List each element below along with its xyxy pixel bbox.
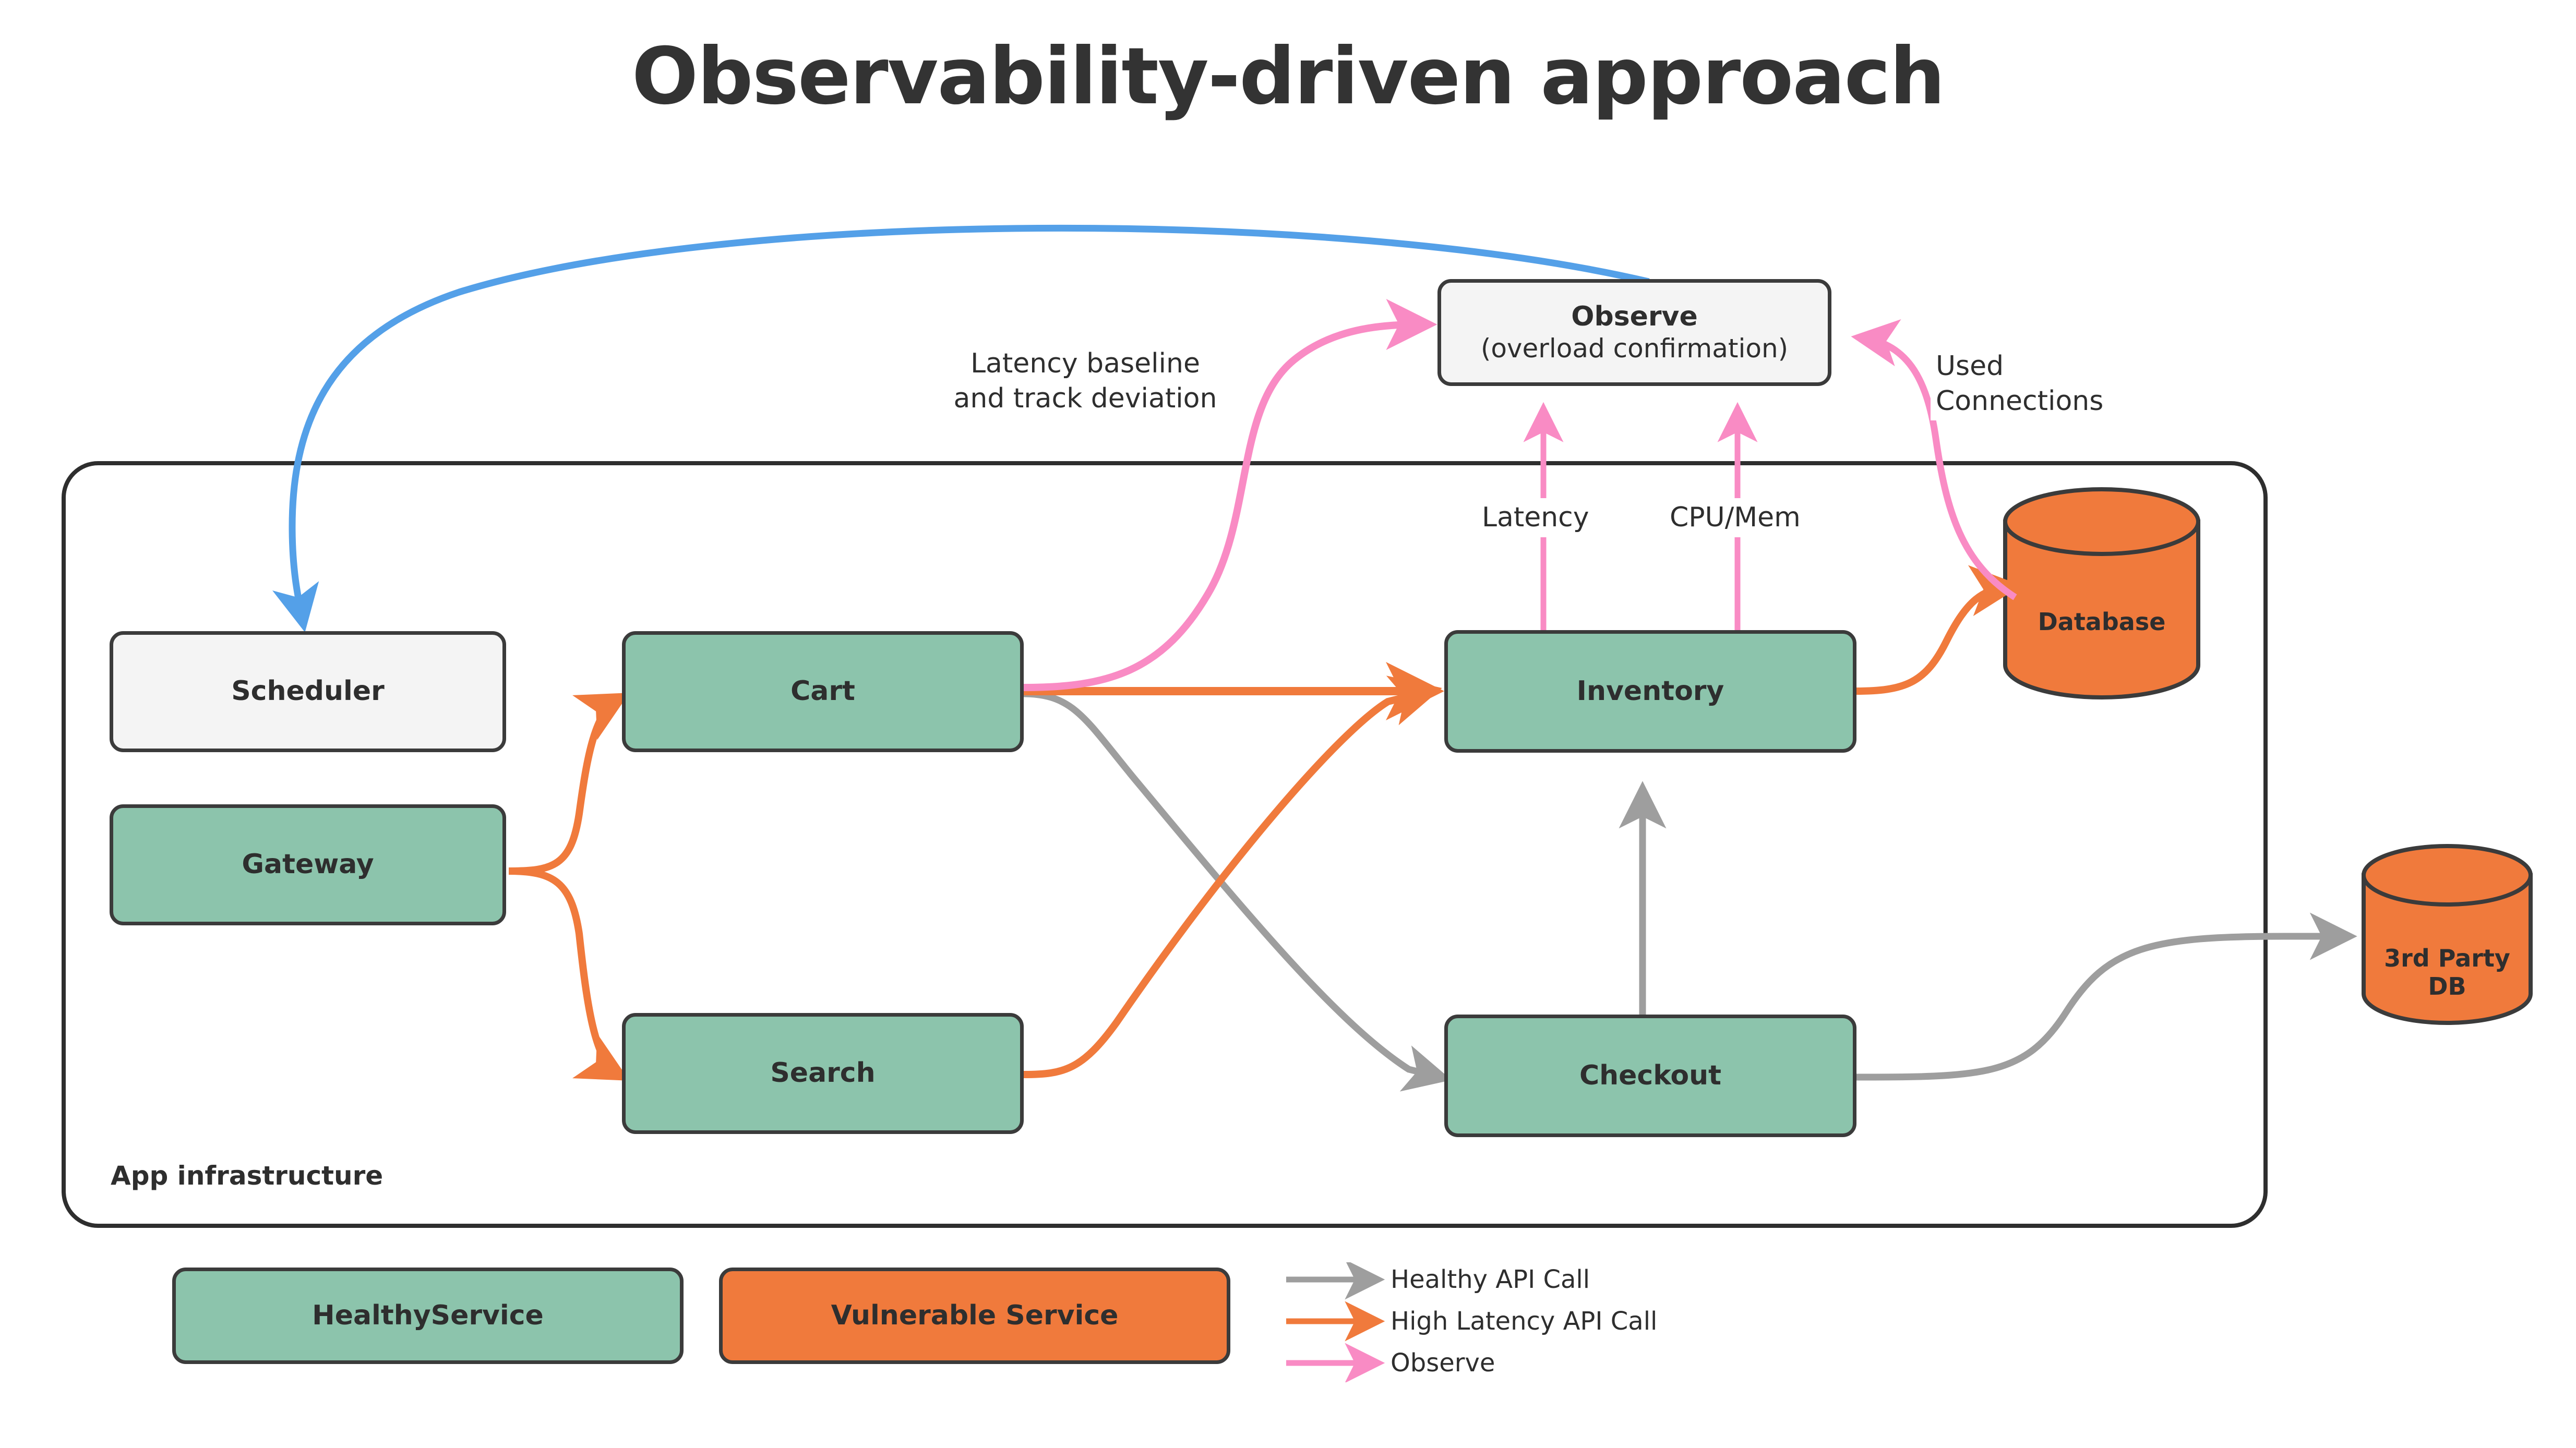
- node-search-label: Search: [770, 1057, 876, 1089]
- edge-label-used-connections: Used Connections: [1931, 347, 2129, 421]
- edge-label-cpu-mem: CPU/Mem: [1664, 498, 1806, 537]
- legend-chip-healthy-service: HealthyService: [172, 1268, 684, 1364]
- edge-label-latency-baseline-line2: and track deviation: [953, 382, 1217, 414]
- node-observe-sublabel: (overload confirmation): [1480, 333, 1789, 364]
- edge-gateway-to-search: [508, 867, 630, 1081]
- edge-checkout-to-third-party-db: [1849, 912, 2357, 1081]
- edge-cart-to-checkout: [1022, 690, 1452, 1092]
- node-cart[interactable]: Cart: [622, 631, 1024, 752]
- node-gateway-label: Gateway: [242, 849, 374, 880]
- node-observe-label: Observe: [1571, 300, 1698, 332]
- node-scheduler-label: Scheduler: [231, 675, 385, 707]
- node-cart-label: Cart: [790, 675, 855, 707]
- edge-label-used-connections-line1: Used: [1936, 351, 2004, 382]
- node-inventory[interactable]: Inventory: [1444, 630, 1856, 753]
- node-database-label: Database: [2038, 608, 2166, 636]
- node-scheduler[interactable]: Scheduler: [110, 631, 506, 752]
- legend-key-observe: Observe: [1391, 1348, 1495, 1378]
- node-checkout[interactable]: Checkout: [1444, 1015, 1856, 1137]
- database-cylinder: [2003, 487, 2200, 699]
- node-observe[interactable]: Observe (overload confirmation): [1437, 279, 1831, 386]
- edge-inventory-to-database: [1854, 565, 2022, 695]
- edge-label-latency-baseline-line1: Latency baseline: [971, 348, 1200, 379]
- edge-gateway-to-cart: [508, 693, 630, 875]
- legend-key-healthy-api-call: Healthy API Call: [1391, 1265, 1590, 1294]
- legend-chip-vulnerable-service-label: Vulnerable Service: [831, 1299, 1119, 1331]
- edge-label-used-connections-line2: Connections: [1936, 385, 2104, 417]
- edge-label-latency: Latency: [1477, 498, 1595, 537]
- app-infrastructure-label: App infrastructure: [111, 1161, 384, 1191]
- node-inventory-label: Inventory: [1576, 675, 1724, 707]
- node-checkout-label: Checkout: [1579, 1059, 1722, 1091]
- edge-label-latency-baseline: Latency baseline and track deviation: [944, 344, 1226, 418]
- diagram-canvas: Observability-driven approach Observe (o…: [0, 0, 2576, 1448]
- legend-key-high-latency-api-call: High Latency API Call: [1391, 1307, 1658, 1336]
- node-search[interactable]: Search: [622, 1013, 1024, 1134]
- node-gateway[interactable]: Gateway: [110, 804, 506, 925]
- legend-chip-vulnerable-service: Vulnerable Service: [719, 1268, 1230, 1364]
- legend-arrows: [1286, 1262, 1385, 1382]
- node-third-party-db-label: 3rd Party DB: [2384, 944, 2510, 1000]
- legend-chip-healthy-service-label: HealthyService: [312, 1299, 544, 1331]
- edge-search-to-inventory: [1023, 675, 1442, 1078]
